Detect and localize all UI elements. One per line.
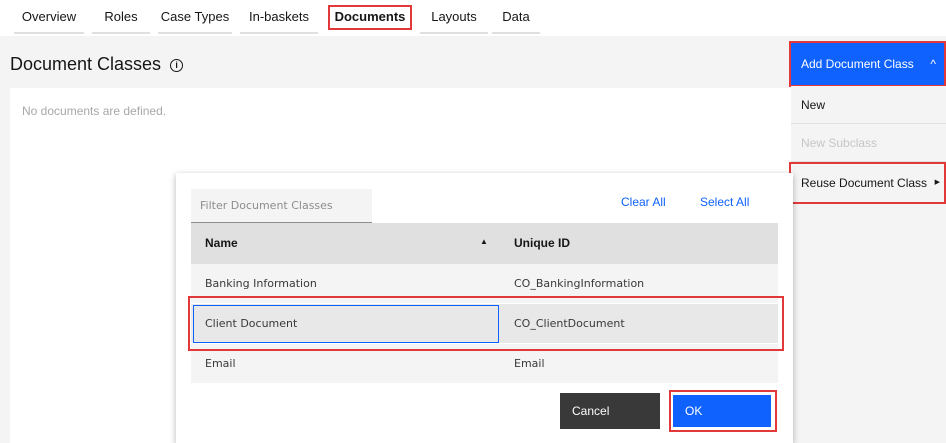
cell-unique-id: CO_ClientDocument bbox=[514, 317, 625, 330]
menu-item-reuse-document-class[interactable]: Reuse Document Class ▶ bbox=[789, 162, 946, 204]
cell-name: Email bbox=[205, 357, 236, 370]
tab-label: Data bbox=[502, 9, 530, 24]
table-row[interactable]: Banking Information CO_BankingInformatio… bbox=[191, 264, 778, 304]
tab-label: In-baskets bbox=[249, 9, 309, 24]
menu-item-new-subclass: New Subclass bbox=[791, 124, 946, 162]
page-title-text: Document Classes bbox=[10, 54, 162, 74]
tab-underline bbox=[240, 32, 318, 34]
menu-item-new[interactable]: New bbox=[791, 86, 946, 124]
tab-underline bbox=[420, 32, 488, 34]
cell-name: Client Document bbox=[205, 317, 298, 330]
add-document-class-menu: New New Subclass Reuse Document Class ▶ bbox=[789, 86, 946, 204]
chevron-up-icon: ^ bbox=[930, 57, 936, 71]
tab-label: Layouts bbox=[431, 9, 477, 24]
tab-underline bbox=[492, 32, 540, 34]
cancel-button[interactable]: Cancel bbox=[560, 393, 660, 429]
cell-unique-id: CO_BankingInformation bbox=[514, 277, 645, 290]
tab-label: Case Types bbox=[160, 9, 230, 24]
menu-item-label: New Subclass bbox=[801, 136, 878, 150]
menu-item-label: New bbox=[801, 98, 826, 112]
tab-overview[interactable]: Overview bbox=[14, 0, 84, 34]
empty-state-text: No documents are defined. bbox=[22, 104, 167, 118]
table-row[interactable]: Email Email bbox=[191, 344, 778, 384]
column-header-unique-id[interactable]: Unique ID bbox=[514, 236, 570, 250]
tab-underline bbox=[14, 32, 84, 34]
tab-label: Overview bbox=[21, 9, 77, 24]
document-classes-table: Name ▲ Unique ID Banking Information CO_… bbox=[191, 223, 778, 384]
tab-case-types[interactable]: Case Types bbox=[158, 0, 232, 34]
tab-data[interactable]: Data bbox=[492, 0, 540, 34]
table-row-selected[interactable]: Client Document CO_ClientDocument bbox=[191, 304, 778, 344]
clear-all-link[interactable]: Clear All bbox=[621, 195, 666, 209]
tab-underline bbox=[92, 32, 150, 34]
tab-underline bbox=[158, 32, 232, 34]
add-document-class-label: Add Document Class bbox=[801, 57, 914, 71]
column-header-name[interactable]: Name bbox=[205, 236, 238, 250]
menu-item-label: Reuse Document Class bbox=[801, 176, 928, 190]
tab-layouts[interactable]: Layouts bbox=[420, 0, 488, 34]
tab-in-baskets[interactable]: In-baskets bbox=[240, 0, 318, 34]
table-header: Name ▲ Unique ID bbox=[191, 223, 778, 264]
info-icon[interactable]: i bbox=[170, 59, 184, 72]
tab-bar: Overview Roles Case Types In-baskets Doc… bbox=[0, 0, 946, 34]
ok-button[interactable]: OK bbox=[673, 395, 771, 427]
tab-label: Roles bbox=[104, 9, 138, 24]
select-all-link[interactable]: Select All bbox=[700, 195, 749, 209]
tab-documents[interactable]: Documents bbox=[328, 0, 412, 32]
filter-input[interactable]: Filter Document Classes bbox=[191, 189, 372, 223]
tab-highlight-box bbox=[328, 5, 412, 30]
cell-name: Banking Information bbox=[205, 277, 317, 290]
sort-ascending-icon[interactable]: ▲ bbox=[480, 237, 488, 246]
reuse-document-class-dialog: Filter Document Classes Clear All Select… bbox=[176, 173, 793, 443]
caret-right-icon: ▶ bbox=[934, 179, 940, 186]
add-document-class-button[interactable]: Add Document Class ^ bbox=[789, 41, 946, 87]
page-title: Document Classes i bbox=[10, 54, 184, 75]
tab-roles[interactable]: Roles bbox=[92, 0, 150, 34]
cell-unique-id: Email bbox=[514, 357, 545, 370]
